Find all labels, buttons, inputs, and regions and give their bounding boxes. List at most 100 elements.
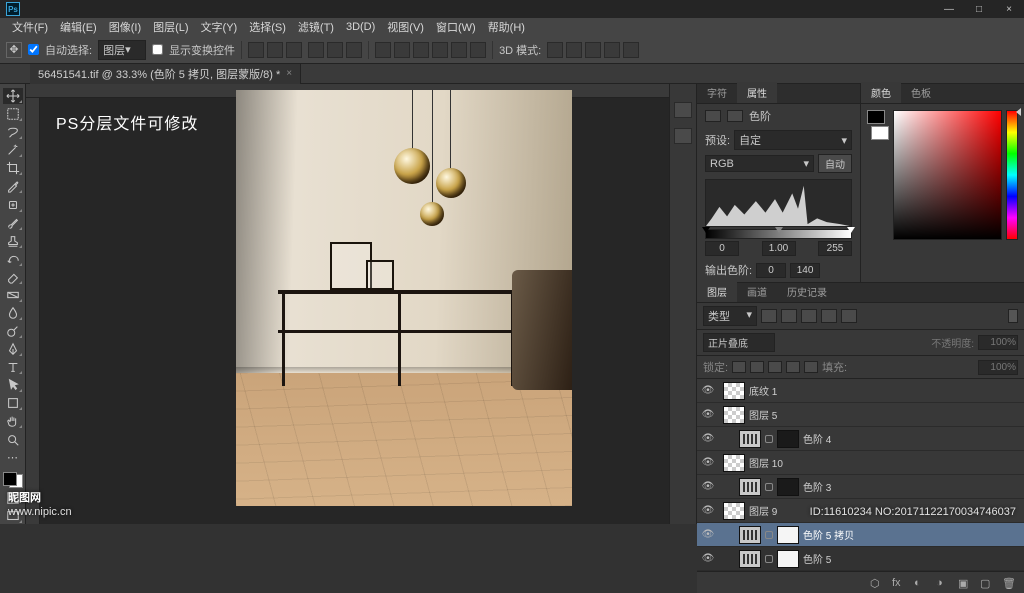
layer-name[interactable]: 底纹 1 <box>749 383 777 398</box>
menu-window[interactable]: 窗口(W) <box>430 17 482 37</box>
blur-tool[interactable] <box>3 305 23 321</box>
input-levels-slider[interactable] <box>705 229 852 239</box>
hue-slider-thumb[interactable] <box>1016 108 1021 116</box>
layer-row[interactable]: 👁 底纹 1 <box>697 379 1024 403</box>
stamp-tool[interactable] <box>3 233 23 249</box>
link-icon[interactable] <box>765 531 773 539</box>
layer-mask-thumbnail[interactable] <box>777 550 799 568</box>
input-white-point[interactable] <box>818 241 852 256</box>
layer-row[interactable]: 👁 色阶 4 <box>697 427 1024 451</box>
healing-tool[interactable] <box>3 196 23 212</box>
layer-name[interactable]: 图层 9 <box>749 503 777 518</box>
filter-smart-icon[interactable] <box>841 309 857 323</box>
menu-3d[interactable]: 3D(D) <box>340 19 381 35</box>
auto-select-checkbox[interactable] <box>28 44 39 55</box>
menu-select[interactable]: 选择(S) <box>243 17 292 37</box>
lock-artboard-icon[interactable] <box>786 361 800 373</box>
layer-row[interactable]: 👁图层 10 <box>697 451 1024 475</box>
layer-name[interactable]: 图层 10 <box>749 455 783 470</box>
edit-toolbar[interactable]: ⋯ <box>3 450 23 466</box>
trash-icon[interactable]: 🗑 <box>1002 577 1016 589</box>
eraser-tool[interactable] <box>3 269 23 285</box>
distribute-2-icon[interactable] <box>394 42 410 58</box>
layer-thumbnail[interactable] <box>723 454 745 472</box>
fg-color-mini[interactable] <box>867 110 885 124</box>
filter-pixel-icon[interactable] <box>761 309 777 323</box>
layer-thumbnail[interactable] <box>723 406 745 424</box>
group-new-icon[interactable]: ▣ <box>958 577 972 589</box>
filter-type-icon[interactable] <box>801 309 817 323</box>
layer-new-icon[interactable]: ▢ <box>980 577 994 589</box>
3d-icon-3[interactable] <box>585 42 601 58</box>
adjustment-new-icon[interactable]: ◑ <box>936 577 950 589</box>
history-brush-tool[interactable] <box>3 251 23 267</box>
layer-filter-type-dropdown[interactable]: 类型▾ <box>703 306 757 326</box>
3d-icon-4[interactable] <box>604 42 620 58</box>
shape-tool[interactable] <box>3 395 23 411</box>
layer-thumbnail[interactable] <box>739 478 761 496</box>
input-mid-point[interactable] <box>762 241 796 256</box>
tab-channels[interactable]: 画道 <box>737 281 777 302</box>
window-close[interactable]: × <box>994 0 1024 18</box>
window-minimize[interactable]: — <box>934 0 964 18</box>
visibility-icon[interactable]: 👁 <box>701 553 715 564</box>
align-top-icon[interactable] <box>308 42 324 58</box>
fill-input[interactable] <box>978 360 1018 375</box>
visibility-icon[interactable]: 👁 <box>701 385 715 396</box>
preset-dropdown[interactable]: 自定▾ <box>734 130 852 150</box>
zoom-tool[interactable] <box>3 431 23 447</box>
magic-wand-tool[interactable] <box>3 142 23 158</box>
layer-thumbnail[interactable] <box>739 430 761 448</box>
type-tool[interactable] <box>3 359 23 375</box>
layer-row[interactable]: 👁 色阶 5 <box>697 547 1024 571</box>
mask-new-icon[interactable]: ◐ <box>914 577 928 589</box>
visibility-icon[interactable]: 👁 <box>701 481 715 492</box>
link-layers-icon[interactable]: ⬡ <box>870 577 884 589</box>
layer-name[interactable]: 色阶 5 <box>803 551 831 566</box>
layer-name[interactable]: 色阶 5 拷贝 <box>803 527 854 542</box>
eyedropper-tool[interactable] <box>3 178 23 194</box>
dodge-tool[interactable] <box>3 323 23 339</box>
layer-row[interactable]: 👁色阶 5 拷贝 <box>697 523 1024 547</box>
close-icon[interactable]: × <box>286 68 292 79</box>
lasso-tool[interactable] <box>3 124 23 140</box>
filter-shape-icon[interactable] <box>821 309 837 323</box>
align-bottom-icon[interactable] <box>346 42 362 58</box>
visibility-icon[interactable]: 👁 <box>701 505 715 516</box>
link-icon[interactable] <box>765 555 773 563</box>
layer-mask-thumbnail[interactable] <box>777 478 799 496</box>
opacity-input[interactable] <box>978 335 1018 350</box>
auto-select-dropdown[interactable]: 图层▾ <box>98 40 146 60</box>
layer-name[interactable]: 图层 5 <box>749 407 777 422</box>
menu-view[interactable]: 视图(V) <box>381 17 430 37</box>
distribute-3-icon[interactable] <box>413 42 429 58</box>
document-tab[interactable]: 56451541.tif @ 33.3% (色阶 5 拷贝, 图层蒙版/8) *… <box>30 64 301 84</box>
align-center-h-icon[interactable] <box>267 42 283 58</box>
bg-color-mini[interactable] <box>871 126 889 140</box>
layer-thumbnail[interactable] <box>739 526 761 544</box>
tab-swatches[interactable]: 色板 <box>901 82 941 103</box>
output-white[interactable] <box>790 263 820 278</box>
tab-properties[interactable]: 属性 <box>737 82 777 103</box>
foreground-color-swatch[interactable] <box>3 472 17 486</box>
auto-button[interactable]: 自动 <box>818 154 852 173</box>
filter-toggle[interactable] <box>1008 309 1018 323</box>
layer-name[interactable]: 色阶 4 <box>803 431 831 446</box>
menu-edit[interactable]: 编辑(E) <box>54 17 103 37</box>
move-tool[interactable] <box>3 88 23 104</box>
path-select-tool[interactable] <box>3 377 23 393</box>
layer-thumbnail[interactable] <box>723 382 745 400</box>
distribute-5-icon[interactable] <box>451 42 467 58</box>
layer-row[interactable]: 👁图层 5 <box>697 403 1024 427</box>
link-icon[interactable] <box>765 483 773 491</box>
output-black[interactable] <box>756 263 786 278</box>
align-center-v-icon[interactable] <box>327 42 343 58</box>
visibility-icon[interactable]: 👁 <box>701 433 715 444</box>
channel-dropdown[interactable]: RGB▾ <box>705 155 814 172</box>
menu-image[interactable]: 图像(I) <box>103 17 147 37</box>
marquee-tool[interactable] <box>3 106 23 122</box>
show-transform-checkbox[interactable] <box>152 44 163 55</box>
distribute-4-icon[interactable] <box>432 42 448 58</box>
layer-mask-thumbnail[interactable] <box>777 526 799 544</box>
3d-icon-5[interactable] <box>623 42 639 58</box>
